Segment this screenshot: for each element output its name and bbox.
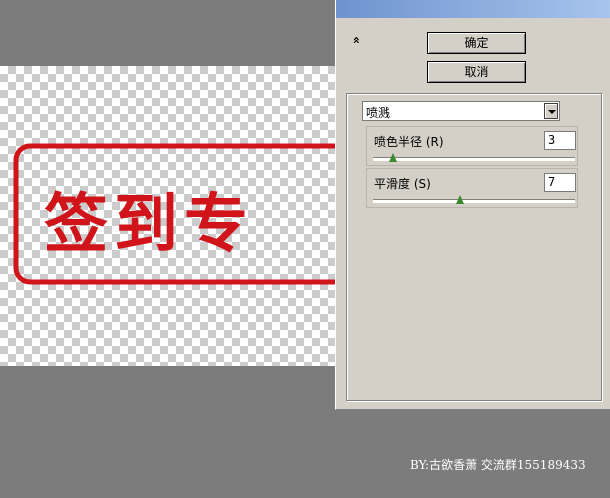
param-smoothness: 平滑度 (S) 7 bbox=[366, 168, 578, 208]
stamp-graphic: 签到专 bbox=[13, 143, 335, 285]
stamp-text: 签到专 bbox=[44, 187, 254, 262]
param-smoothness-label: 平滑度 (S) bbox=[374, 177, 431, 191]
spray-radius-slider-thumb[interactable] bbox=[389, 153, 398, 162]
filter-select[interactable]: 喷溅 bbox=[362, 101, 560, 121]
filter-dialog: » 确定 取消 喷溅 喷色半径 (R) 3 平滑度 (S) 7 bbox=[335, 0, 610, 410]
param-spray-radius: 喷色半径 (R) 3 bbox=[366, 126, 578, 166]
smoothness-input[interactable]: 7 bbox=[544, 173, 576, 192]
ok-button[interactable]: 确定 bbox=[427, 32, 526, 54]
filter-select-value: 喷溅 bbox=[366, 106, 391, 120]
dialog-titlebar[interactable] bbox=[336, 0, 610, 18]
spray-radius-slider-track[interactable] bbox=[373, 157, 575, 161]
preview-canvas[interactable]: 签到专 bbox=[0, 66, 335, 366]
cancel-button[interactable]: 取消 bbox=[427, 61, 526, 83]
collapse-chevron-icon[interactable]: » bbox=[349, 32, 363, 44]
chevron-down-icon[interactable] bbox=[544, 103, 558, 119]
smoothness-slider-thumb[interactable] bbox=[455, 195, 464, 204]
spray-radius-input[interactable]: 3 bbox=[544, 131, 576, 150]
smoothness-slider-track[interactable] bbox=[373, 199, 575, 203]
param-spray-radius-label: 喷色半径 (R) bbox=[374, 135, 444, 149]
footer-credit: BY:古欲香萧 交流群155189433 bbox=[410, 458, 586, 472]
